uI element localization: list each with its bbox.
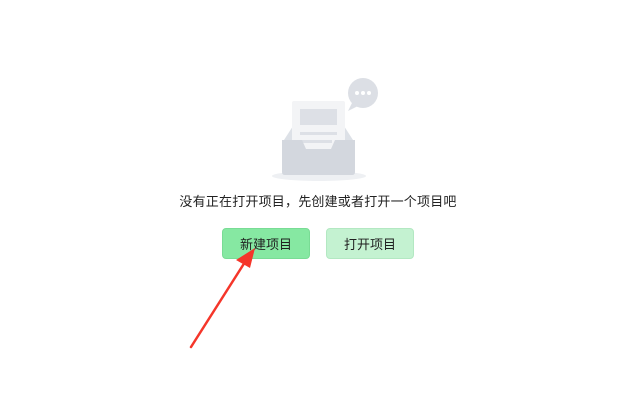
new-project-label: 新建项目 (239, 238, 292, 253)
empty-inbox-icon (272, 78, 378, 181)
chat-bubble-icon (348, 78, 378, 111)
new-project-button[interactable]: 新建项目 (222, 228, 310, 259)
open-project-label: 打开项目 (343, 238, 396, 253)
empty-project-page: 没有正在打开项目，先创建或者打开一个项目吧 新建项目 打开项目 (0, 0, 618, 408)
empty-state-message: 没有正在打开项目，先创建或者打开一个项目吧 (179, 195, 457, 210)
open-project-button[interactable]: 打开项目 (326, 228, 414, 259)
